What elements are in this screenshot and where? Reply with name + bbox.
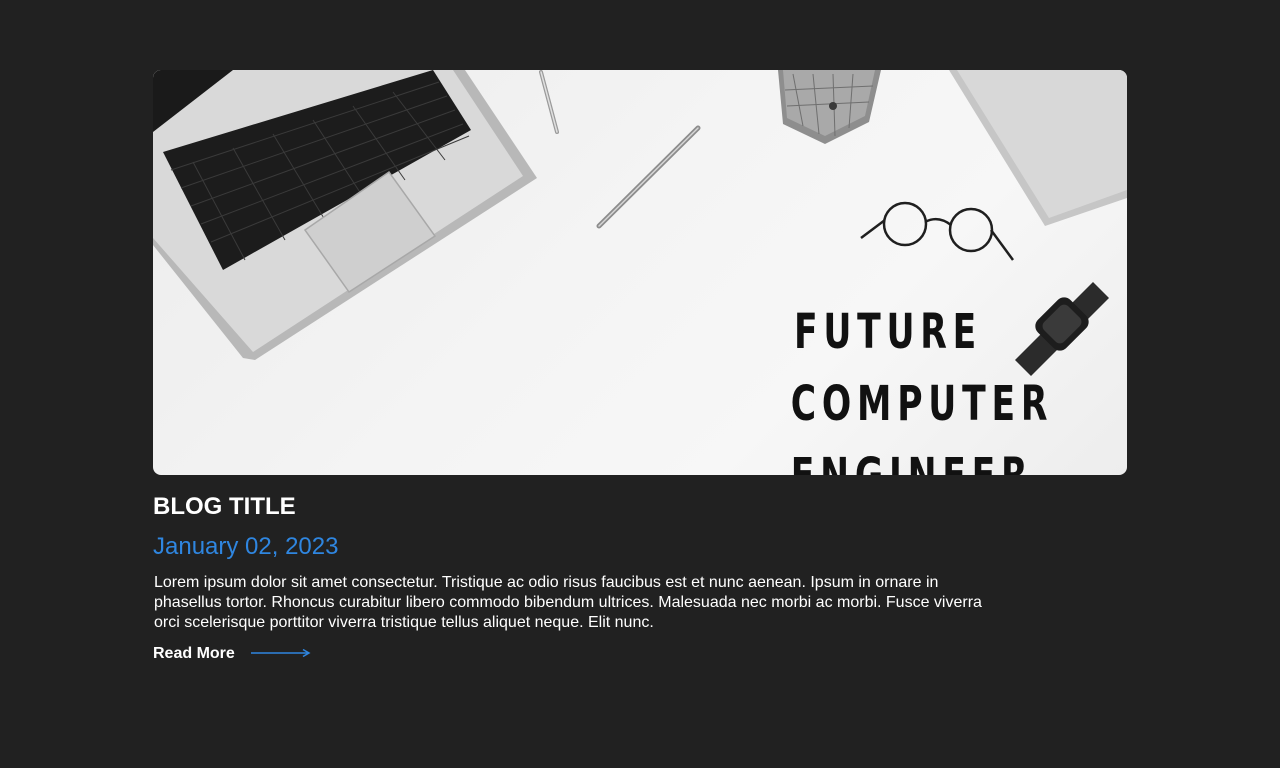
blog-title[interactable]: BLOG TITLE <box>153 493 1127 521</box>
hero-caption-line: FUTURE <box>793 304 983 360</box>
post-excerpt: Lorem ipsum dolor sit amet consectetur. … <box>154 574 982 631</box>
hero-caption-line: ENGINEER <box>791 440 1028 475</box>
arrow-right-icon <box>250 645 311 663</box>
watch-illustration <box>1015 282 1109 376</box>
pencil-holder-illustration <box>778 70 881 144</box>
post-date: January 02, 2023 <box>153 533 339 560</box>
pens-illustration <box>539 70 701 229</box>
laptop-illustration <box>153 70 537 360</box>
blog-card: FUTURE COMPUTER ENGINEER BLOG TITLE Janu… <box>153 70 1127 663</box>
hero-image-caption: FUTURE COMPUTER ENGINEER <box>790 296 1054 475</box>
read-more-label: Read More <box>153 645 235 662</box>
read-more-link[interactable]: Read More <box>153 645 1127 663</box>
hero-image[interactable]: FUTURE COMPUTER ENGINEER <box>153 70 1127 475</box>
hero-caption-line: COMPUTER <box>790 376 1054 432</box>
glasses-illustration <box>860 201 1015 261</box>
